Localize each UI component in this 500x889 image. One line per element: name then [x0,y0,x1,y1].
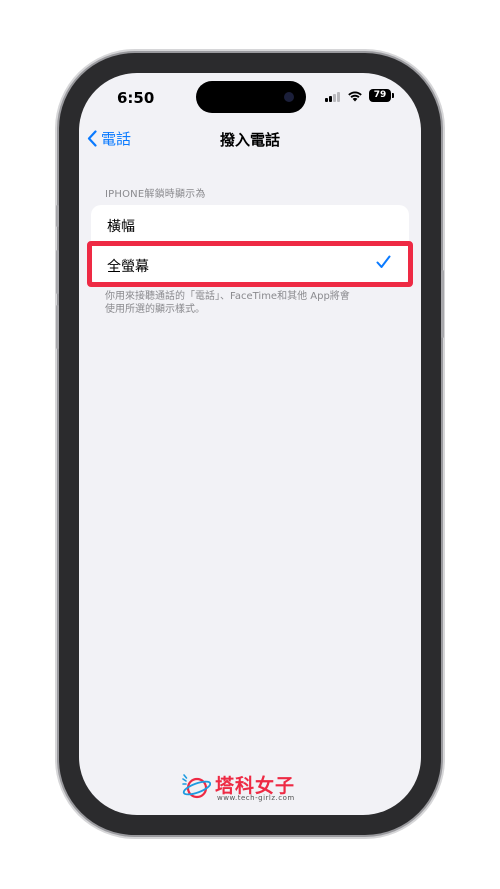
section-header: IPHONE解鎖時顯示為 [105,189,206,200]
navigation-bar: 電話 撥入電話 [79,123,421,155]
battery-tip [392,93,394,98]
action-button [56,205,59,227]
selection-highlight-box [87,241,413,287]
footer-line: 使用所選的顯示樣式。 [105,304,205,315]
battery-icon: 79 [369,89,391,102]
camera-icon [284,92,294,102]
power-button [441,270,444,338]
footer-line: 你用來接聽通話的「電話」、FaceTime和其他 App將會 [105,291,350,302]
planet-logo-icon [182,774,211,799]
option-banner[interactable]: 橫幅 [91,205,409,246]
watermark: 塔科女子 www.tech-girlz.com [181,773,321,803]
section-footer: 你用來接聽通話的「電話」、FaceTime和其他 App將會 使用所選的顯示樣式… [105,290,405,316]
option-label: 橫幅 [107,219,135,235]
wifi-icon [348,91,362,102]
phone-screen: 6:50 79 電話 撥入電話 IPHONE解鎖時顯示為 橫幅 全螢幕 你用來接… [79,73,421,815]
watermark-url: www.tech-girlz.com [217,794,295,802]
status-time: 6:50 [117,89,155,107]
volume-down-button [56,305,59,349]
status-bar: 6:50 79 [79,73,421,123]
volume-up-button [56,250,59,294]
page-title: 撥入電話 [219,131,280,149]
dynamic-island [196,81,306,113]
